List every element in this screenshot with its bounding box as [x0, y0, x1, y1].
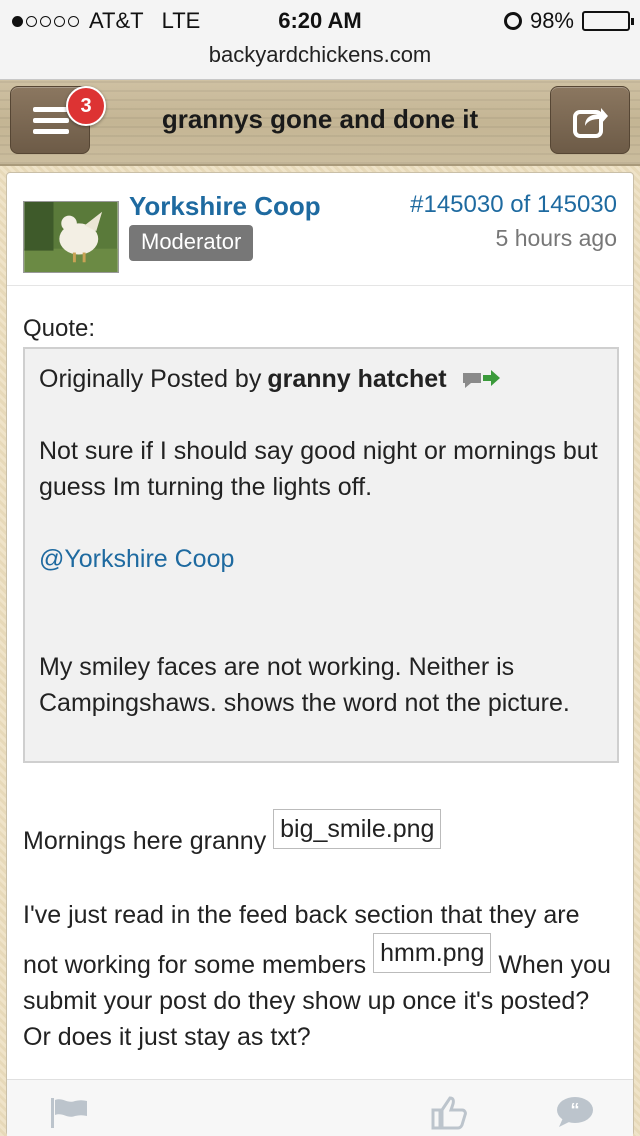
quote-reply-icon[interactable]: “	[555, 1096, 595, 1128]
url-bar[interactable]: backyardchickens.com	[0, 40, 640, 80]
alarm-icon	[503, 12, 522, 30]
quote-block: Originally Posted by granny hatchet Not …	[23, 347, 619, 763]
role-badge: Moderator	[129, 225, 254, 261]
thread-title: grannys gone and done it	[161, 104, 479, 134]
battery-percent: 98%	[529, 8, 574, 33]
svg-text:“: “	[571, 1100, 580, 1120]
post-number-link[interactable]: #145030 of 145030	[410, 191, 617, 219]
like-icon[interactable]	[431, 1096, 467, 1130]
post-paragraph: Mornings here granny big_smile.png	[23, 809, 442, 859]
quote-intro: Originally Posted by	[39, 365, 262, 393]
post-paragraph: I've just read in the feed back section …	[23, 897, 613, 1055]
flag-icon[interactable]	[49, 1098, 89, 1128]
quote-attribution: Originally Posted by granny hatchet	[39, 361, 603, 397]
share-button[interactable]	[550, 86, 630, 154]
quote-paragraph: Not sure if I should say good night or m…	[39, 437, 598, 501]
broken-smiley-image: hmm.png	[373, 933, 492, 973]
share-icon	[573, 108, 608, 138]
mention-link[interactable]: @Yorkshire Coop	[39, 541, 603, 577]
battery-icon	[582, 11, 634, 31]
post-text: Mornings here granny	[23, 827, 267, 855]
avatar[interactable]	[23, 201, 119, 273]
url-domain[interactable]: backyardchickens.com	[209, 42, 432, 68]
post-card: Yorkshire Coop Moderator #145030 of 1450…	[6, 172, 634, 1136]
hamburger-icon	[33, 107, 69, 135]
post-text: I've just read in the feed back section …	[23, 901, 580, 979]
username[interactable]: Yorkshire Coop	[129, 191, 321, 222]
quote-author: granny hatchet	[267, 365, 447, 393]
status-bar: AT&T LTE 6:20 AM 98%	[0, 0, 640, 40]
post-action-bar: “	[7, 1079, 633, 1136]
quote-label: Quote:	[23, 315, 96, 342]
quote-link-icon[interactable]	[461, 367, 501, 391]
post-timestamp: 5 hours ago	[495, 225, 617, 251]
status-right: 98%	[503, 8, 634, 34]
quote-paragraph: My smiley faces are not working. Neither…	[39, 653, 570, 717]
broken-smiley-image: big_smile.png	[273, 809, 442, 849]
divider	[7, 285, 633, 286]
